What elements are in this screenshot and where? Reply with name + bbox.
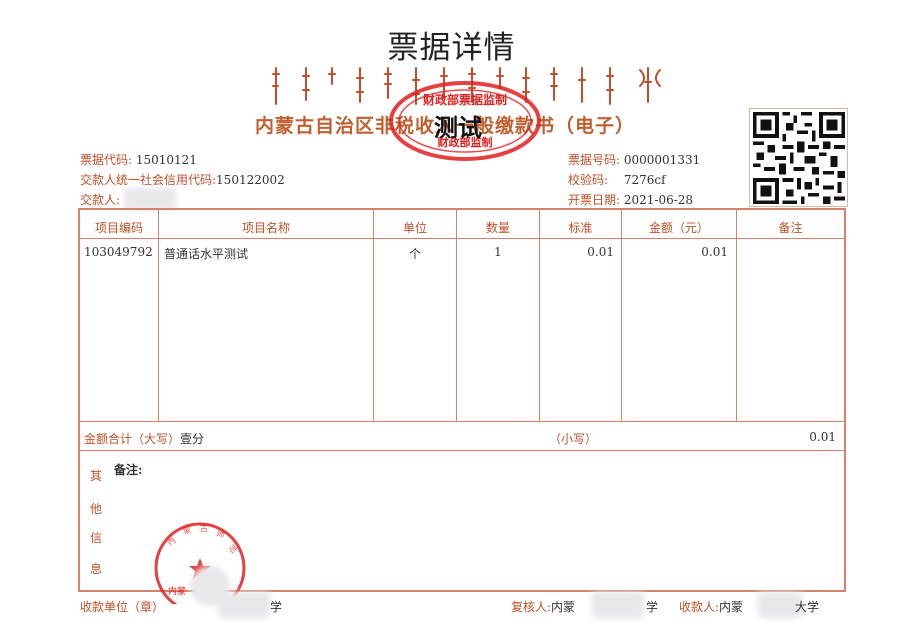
cell-amount: 0.01 xyxy=(701,245,728,259)
svg-text:内: 内 xyxy=(165,535,178,548)
payer-line: 交款人: xyxy=(80,191,120,208)
col-header-quantity: 数量 xyxy=(485,221,510,235)
col-divider xyxy=(539,210,540,422)
col-header-remark: 备注 xyxy=(778,221,803,235)
receipt-code-value: 15010121 xyxy=(135,153,197,167)
col-header-standard: 标准 xyxy=(568,221,593,235)
other-info-char: 信 xyxy=(90,531,103,545)
page-title: 票据详情 xyxy=(387,30,516,66)
header-divider xyxy=(80,238,844,239)
collecting-unit-redacted xyxy=(218,592,270,618)
payee-line: 收款人:内蒙 xyxy=(679,598,743,615)
issue-date-line: 开票日期: 2021-06-28 xyxy=(568,191,693,208)
col-header-amount: 金额（元） xyxy=(648,221,709,235)
total-upper-value: 壹分 xyxy=(180,432,205,446)
payee-suffix: 大学 xyxy=(795,600,820,614)
receipt-number-label: 票据号码: xyxy=(568,153,621,167)
cell-item-name: 普通话水平测试 xyxy=(164,247,249,261)
payee-label: 收款人: xyxy=(679,600,720,614)
svg-text:师: 师 xyxy=(215,527,226,539)
svg-text:财政部票据监制: 财政部票据监制 xyxy=(422,92,507,107)
payer-label: 交款人: xyxy=(80,193,121,207)
total-lower-label: （小写） xyxy=(549,432,598,446)
col-header-code: 项目编码 xyxy=(94,221,143,235)
receipt-code-line: 票据代码: 15010121 xyxy=(80,151,197,168)
receipt-code-label: 票据代码: xyxy=(80,153,133,167)
cell-quantity: 1 xyxy=(494,245,502,259)
qr-code-icon xyxy=(753,112,845,204)
check-code-label: 校验码: xyxy=(568,173,609,187)
issue-date-label: 开票日期: xyxy=(568,193,621,207)
receipt-number-line: 票据号码: 0000001331 xyxy=(568,151,700,168)
reviewer-label: 复核人: xyxy=(511,600,552,614)
cell-item-code: 103049792 xyxy=(84,245,153,259)
credit-code-value: 150122002 xyxy=(216,173,285,187)
col-divider xyxy=(621,210,622,422)
collecting-unit-suffix: 学 xyxy=(270,600,283,614)
reviewer-suffix: 学 xyxy=(646,600,659,614)
col-divider xyxy=(158,210,159,422)
svg-text:内蒙: 内蒙 xyxy=(168,585,186,597)
issue-date-value: 2021-06-28 xyxy=(623,193,694,207)
col-divider xyxy=(456,210,457,422)
check-code-value: 7276cf xyxy=(623,173,666,187)
remark-label: 备注: xyxy=(114,463,143,477)
col-divider xyxy=(736,210,737,422)
other-info-char: 他 xyxy=(90,502,103,516)
credit-code-label: 交款人统一社会信用代码: xyxy=(80,173,217,187)
credit-code-line: 交款人统一社会信用代码:150122002 xyxy=(80,171,285,188)
col-header-name: 项目名称 xyxy=(241,221,290,235)
total-lower-value: 0.01 xyxy=(809,430,836,444)
receipt-number-value: 0000001331 xyxy=(623,153,701,167)
total-upper: 金额合计（大写）壹分 xyxy=(84,430,204,447)
test-watermark: 测试 xyxy=(434,114,482,142)
payer-redacted xyxy=(124,188,176,210)
totals-bottom-divider xyxy=(80,450,844,451)
other-info-char: 其 xyxy=(90,469,103,483)
svg-text:古: 古 xyxy=(200,523,208,533)
cell-standard: 0.01 xyxy=(587,245,614,259)
check-code-line: 校验码: 7276cf xyxy=(568,171,666,188)
cell-unit: 个 xyxy=(408,247,421,261)
total-upper-label: 金额合计（大写） xyxy=(84,432,181,446)
payee-prefix: 内蒙 xyxy=(719,600,744,614)
other-info-char: 息 xyxy=(90,562,103,576)
collecting-unit-label: 收款单位（章） xyxy=(80,600,165,614)
reviewer-line: 复核人:内蒙 xyxy=(511,598,575,615)
reviewer-redacted xyxy=(592,592,644,618)
reviewer-prefix: 内蒙 xyxy=(551,600,576,614)
col-divider xyxy=(373,210,374,422)
col-header-unit: 单位 xyxy=(402,221,427,235)
items-bottom-divider xyxy=(80,421,844,422)
